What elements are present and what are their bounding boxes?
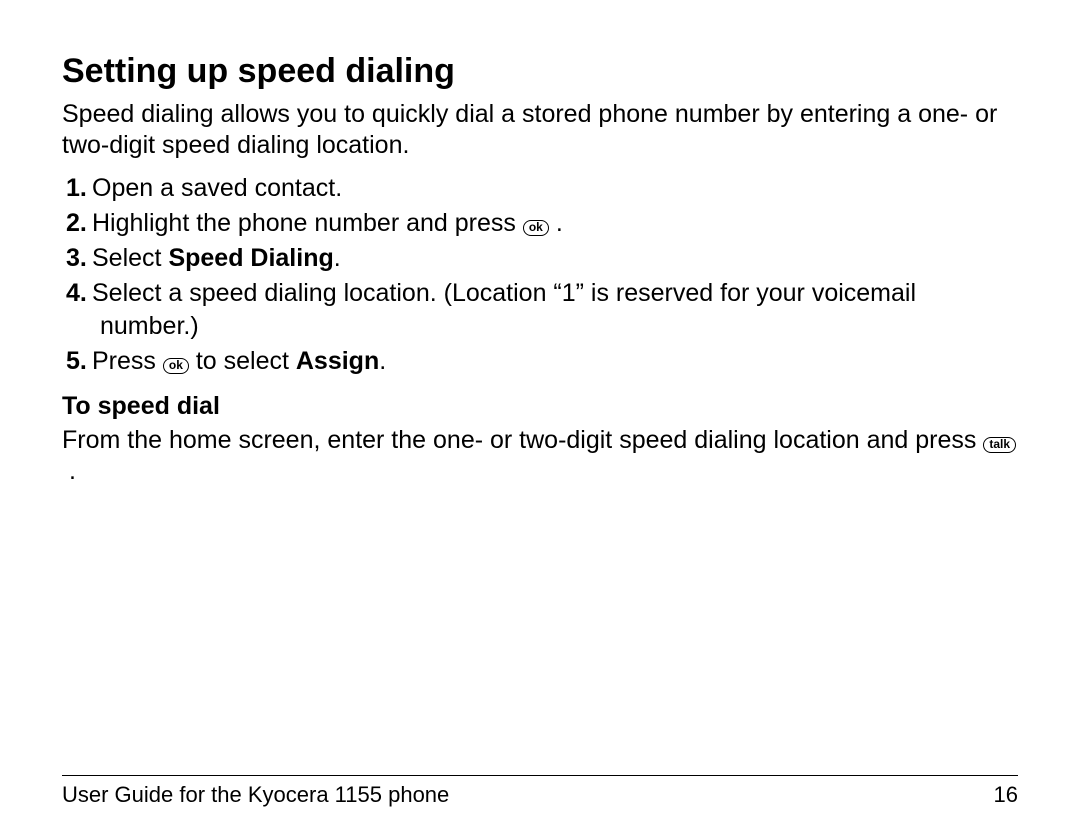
step-text: Select: [92, 244, 168, 272]
page: Setting up speed dialing Speed dialing a…: [0, 0, 1080, 834]
footer-left: User Guide for the Kyocera 1155 phone: [62, 782, 449, 808]
sub-body-text: From the home screen, enter the one- or …: [62, 426, 983, 454]
bold-assign: Assign: [296, 347, 379, 375]
step-text-tail: [549, 209, 556, 237]
period: .: [69, 457, 76, 485]
step-text: Open a saved contact.: [92, 174, 342, 202]
period: .: [556, 209, 563, 237]
step-1: 1.Open a saved contact.: [92, 172, 1018, 205]
step-number: 1.: [66, 172, 92, 205]
steps-list: 1.Open a saved contact. 2.Highlight the …: [62, 172, 1018, 378]
step-5: 5.Press ok to select Assign.: [92, 345, 1018, 378]
period: .: [334, 244, 341, 272]
step-number: 2.: [66, 207, 92, 240]
step-text-mid: to select: [189, 347, 296, 375]
step-number: 3.: [66, 242, 92, 275]
period: .: [379, 347, 386, 375]
sub-body: From the home screen, enter the one- or …: [62, 425, 1018, 488]
step-text: Press: [92, 347, 163, 375]
talk-key-icon: talk: [983, 437, 1016, 453]
step-4: 4.Select a speed dialing location. (Loca…: [92, 277, 1018, 343]
ok-key-icon: ok: [523, 220, 549, 236]
footer-page-number: 16: [994, 782, 1018, 808]
step-number: 5.: [66, 345, 92, 378]
step-3: 3.Select Speed Dialing.: [92, 242, 1018, 275]
page-title: Setting up speed dialing: [62, 52, 1018, 91]
step-number: 4.: [66, 277, 92, 310]
step-text: Select a speed dialing location. (Locati…: [92, 279, 916, 340]
bold-speed-dialing: Speed Dialing: [168, 244, 333, 272]
step-2: 2.Highlight the phone number and press o…: [92, 207, 1018, 240]
subheading: To speed dial: [62, 392, 1018, 421]
intro-paragraph: Speed dialing allows you to quickly dial…: [62, 99, 1018, 162]
footer: User Guide for the Kyocera 1155 phone 16: [62, 775, 1018, 808]
step-text: Highlight the phone number and press: [92, 209, 523, 237]
ok-key-icon: ok: [163, 358, 189, 374]
nbsp: [62, 457, 69, 485]
